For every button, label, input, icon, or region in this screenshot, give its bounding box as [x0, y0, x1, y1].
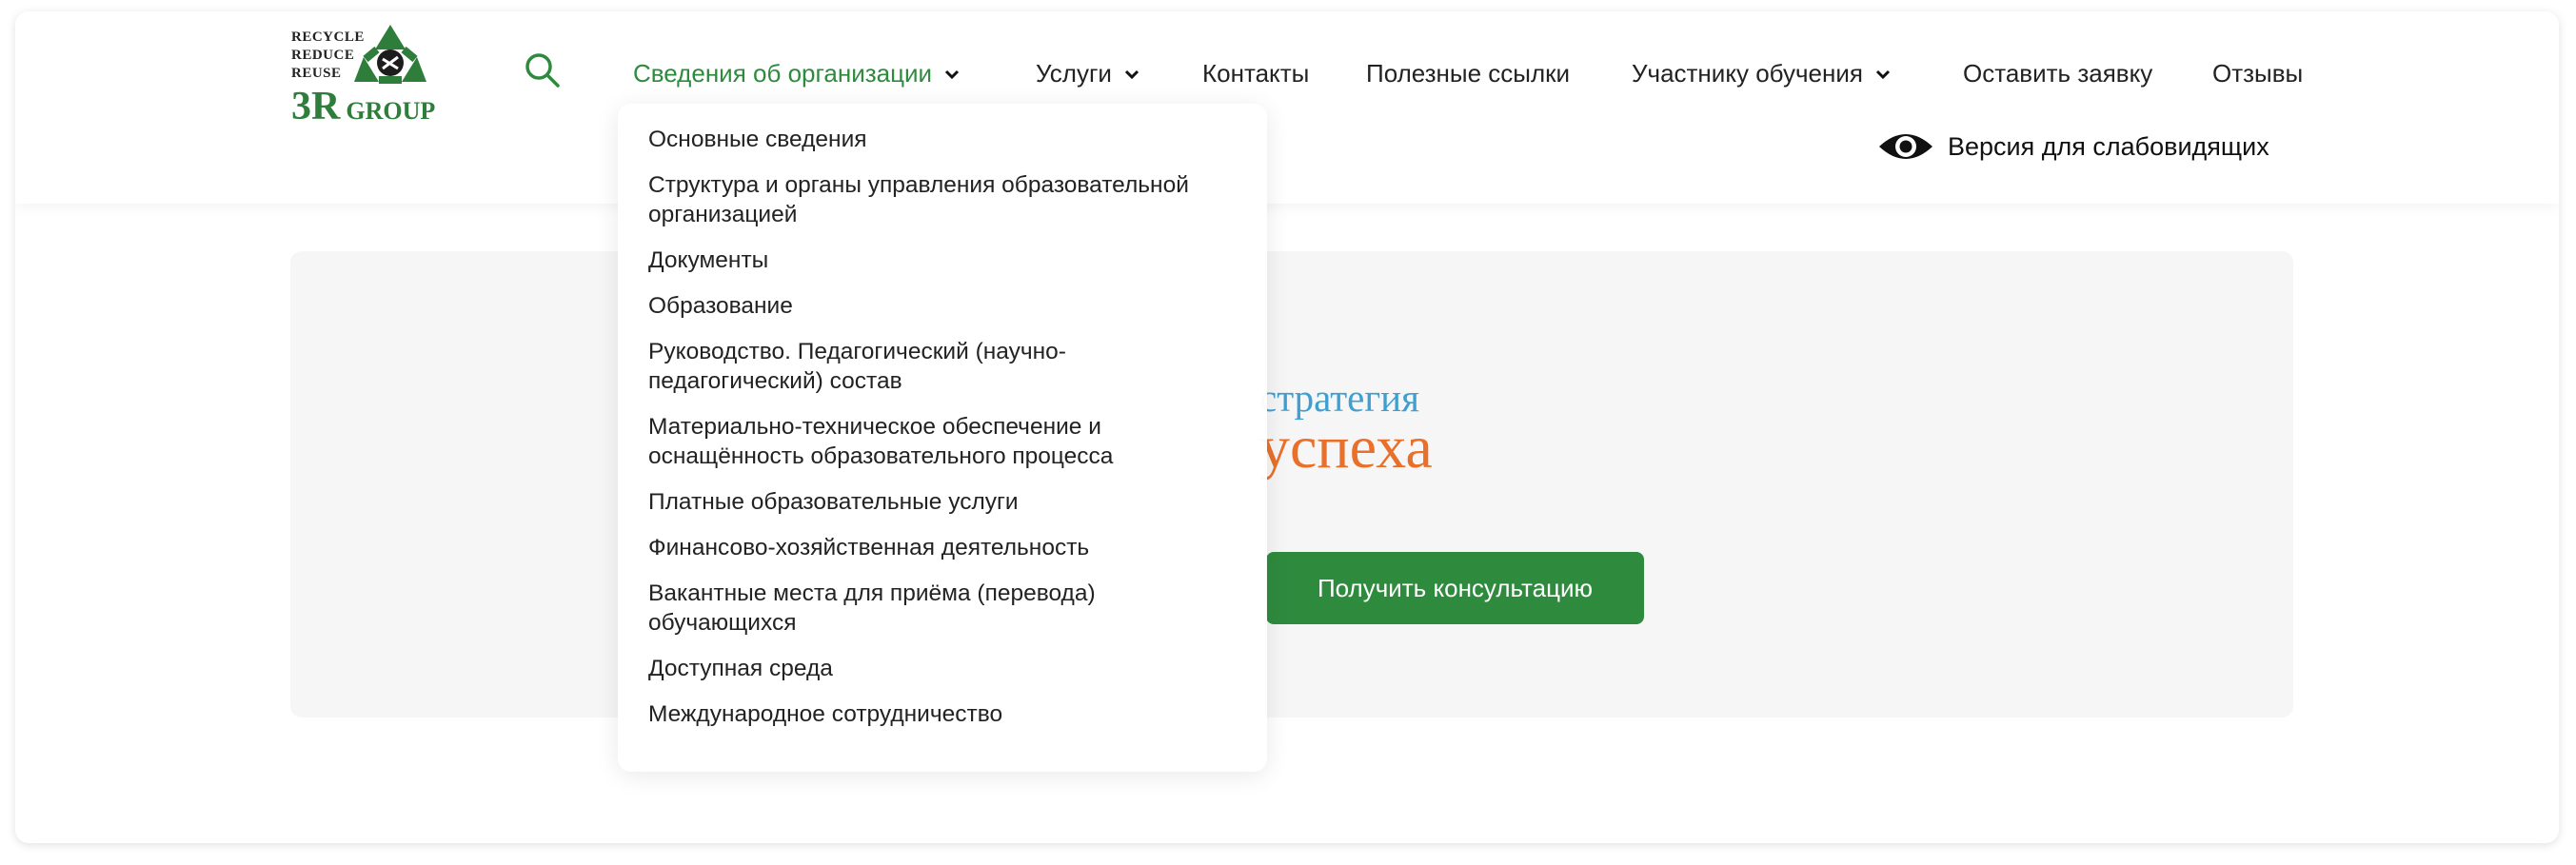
site-logo[interactable]: RECYCLE REDUCE REUSE 3R GROUP — [291, 19, 453, 128]
dropdown-list: Основные сведения Структура и органы упр… — [618, 104, 1267, 729]
nav-item-organization-info[interactable]: Сведения об организации — [633, 59, 961, 88]
nav-item-for-students[interactable]: Участнику обучения — [1632, 59, 1892, 88]
nav-item-leave-request[interactable]: Оставить заявку — [1963, 59, 2152, 88]
recycle-icon — [354, 25, 426, 84]
site-header: RECYCLE REDUCE REUSE 3R GROUP Сведения о… — [15, 11, 2559, 204]
dropdown-item-documents[interactable]: Документы — [648, 246, 1219, 275]
site-card: RECYCLE REDUCE REUSE 3R GROUP Сведения о… — [15, 11, 2559, 843]
chevron-down-icon — [1875, 69, 1891, 79]
dropdown-item-basic-info[interactable]: Основные сведения — [648, 125, 1219, 154]
nav-item-label: Контакты — [1202, 59, 1310, 88]
nav-item-label: Участнику обучения — [1632, 59, 1863, 88]
hero-brand-line2: успеха — [1259, 413, 1433, 481]
organization-info-dropdown: Основные сведения Структура и органы упр… — [618, 104, 1267, 772]
nav-item-useful-links[interactable]: Полезные ссылки — [1366, 59, 1570, 88]
visually-impaired-version-link[interactable]: Версия для слабовидящих — [1877, 128, 2269, 166]
dropdown-item-vacancies[interactable]: Вакантные места для приёма (перевода) об… — [648, 579, 1219, 638]
nav-item-label: Полезные ссылки — [1366, 59, 1571, 88]
nav-item-contacts[interactable]: Контакты — [1202, 59, 1309, 88]
dropdown-item-accessibility[interactable]: Доступная среда — [648, 654, 1219, 683]
nav-item-reviews[interactable]: Отзывы — [2212, 59, 2303, 88]
hero-brand-logo: стратегия успеха — [1259, 377, 1433, 481]
logo-brand: 3R GROUP — [291, 84, 435, 129]
nav-item-label: Оставить заявку — [1963, 59, 2153, 88]
hero-banner: стратегия успеха Получить консультацию — [290, 251, 2293, 718]
dropdown-item-paid-services[interactable]: Платные образовательные услуги — [648, 487, 1219, 517]
dropdown-item-finance[interactable]: Финансово-хозяйственная деятельность — [648, 533, 1219, 562]
logo-brand-3r: 3R — [291, 85, 341, 128]
page: RECYCLE REDUCE REUSE 3R GROUP Сведения о… — [0, 0, 2576, 865]
logo-brand-group: GROUP — [346, 97, 436, 125]
search-icon — [525, 53, 560, 88]
visually-impaired-version-label: Версия для слабовидящих — [1948, 131, 2269, 161]
get-consultation-button[interactable]: Получить консультацию — [1266, 552, 1644, 624]
dropdown-item-international[interactable]: Международное сотрудничество — [648, 699, 1219, 729]
search-button[interactable] — [522, 49, 564, 91]
chevron-down-icon — [945, 69, 960, 79]
dropdown-item-staff[interactable]: Руководство. Педагогический (научно-педа… — [648, 337, 1219, 396]
dropdown-item-facilities[interactable]: Материально-техническое обеспечение и ос… — [648, 412, 1219, 471]
nav-item-label: Услуги — [1036, 59, 1112, 88]
eye-icon — [1879, 134, 1932, 159]
nav-item-label: Сведения об организации — [633, 59, 933, 88]
chevron-down-icon — [1124, 69, 1139, 79]
nav-item-services[interactable]: Услуги — [1036, 59, 1140, 88]
dropdown-item-education[interactable]: Образование — [648, 291, 1219, 321]
dropdown-item-structure[interactable]: Структура и органы управления образовате… — [648, 170, 1219, 229]
nav-item-label: Отзывы — [2212, 59, 2304, 88]
